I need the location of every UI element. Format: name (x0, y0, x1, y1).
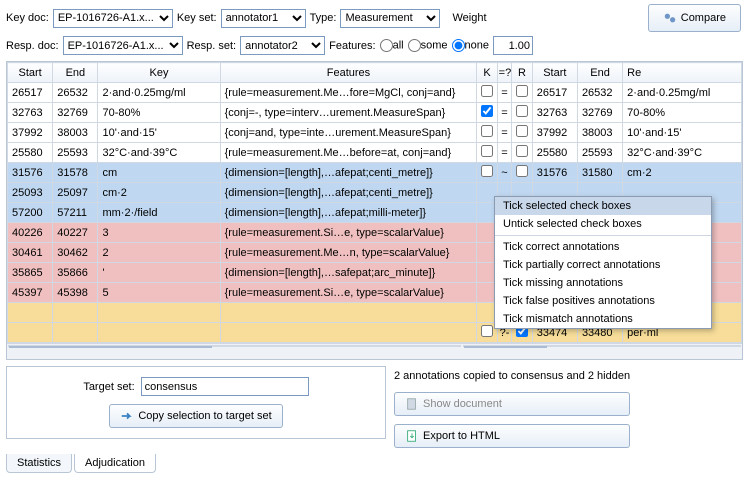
compare-button[interactable]: Compare (648, 4, 741, 32)
row-checkbox[interactable] (516, 85, 528, 97)
row-checkbox[interactable] (481, 125, 493, 137)
compare-label: Compare (681, 12, 726, 24)
row-checkbox[interactable] (481, 145, 493, 157)
ctx-tick-partial[interactable]: Tick partially correct annotations (495, 256, 711, 274)
ctx-tick-mismatch[interactable]: Tick mismatch annotations (495, 310, 711, 328)
target-panel: Target set: Copy selection to target set (6, 366, 386, 439)
weight-label: Weight (452, 12, 486, 24)
gears-icon (663, 11, 677, 25)
arrow-right-icon (120, 409, 134, 423)
feat-all-radio[interactable]: all (380, 39, 404, 52)
copy-btn-label: Copy selection to target set (138, 410, 271, 422)
col-r[interactable]: R (512, 63, 532, 83)
table-header-row: Start End Key Features K =? R Start End … (8, 63, 742, 83)
resp-set-label: Resp. set: (187, 40, 237, 52)
copy-selection-button[interactable]: Copy selection to target set (109, 404, 282, 428)
col-rest[interactable]: Re (623, 63, 742, 83)
row-checkbox[interactable] (481, 105, 493, 117)
ctx-tick-selected[interactable]: Tick selected check boxes (495, 197, 711, 215)
document-icon (405, 397, 419, 411)
table-row[interactable]: 379923800310'·and·15'{conj=and, type=int… (8, 123, 742, 143)
row-checkbox[interactable] (516, 145, 528, 157)
weight-input[interactable] (493, 36, 533, 55)
bottom-area: Target set: Copy selection to target set… (0, 360, 749, 454)
ctx-tick-missing[interactable]: Tick missing annotations (495, 274, 711, 292)
tab-adjudication[interactable]: Adjudication (74, 454, 156, 473)
table-row[interactable]: 3157631578cm{dimension=[length],…afepat;… (8, 163, 742, 183)
table-row[interactable]: 327633276970-80%{conj=-, type=interv…ure… (8, 103, 742, 123)
ctx-untick-selected[interactable]: Untick selected check boxes (495, 215, 711, 233)
export-html-button[interactable]: Export to HTML (394, 424, 630, 448)
resp-set-select[interactable]: annotator2 (240, 36, 325, 55)
show-doc-label: Show document (423, 398, 502, 410)
table-row[interactable]: 255802559332°C·and·39°C{rule=measurement… (8, 143, 742, 163)
col-end2[interactable]: End (577, 63, 622, 83)
context-menu: Tick selected check boxes Untick selecte… (494, 196, 712, 329)
key-set-select[interactable]: annotator1 (221, 9, 306, 28)
ctx-sep (495, 235, 711, 236)
resp-doc-label: Resp. doc: (6, 40, 59, 52)
feat-none-radio[interactable]: none (452, 39, 489, 52)
row-checkbox[interactable] (516, 105, 528, 117)
col-start2[interactable]: Start (532, 63, 577, 83)
hscroll-right[interactable] (462, 343, 742, 359)
col-key[interactable]: Key (98, 63, 220, 83)
show-document-button[interactable]: Show document (394, 392, 630, 416)
ctx-tick-fp[interactable]: Tick false positives annotations (495, 292, 711, 310)
row-checkbox[interactable] (516, 125, 528, 137)
export-icon (405, 429, 419, 443)
row-checkbox[interactable] (481, 165, 493, 177)
row-checkbox[interactable] (481, 325, 493, 337)
row-checkbox[interactable] (516, 165, 528, 177)
ctx-tick-correct[interactable]: Tick correct annotations (495, 238, 711, 256)
hscroll-left[interactable] (7, 343, 462, 359)
key-doc-label: Key doc: (6, 12, 49, 24)
col-end[interactable]: End (53, 63, 98, 83)
tab-statistics[interactable]: Statistics (6, 454, 72, 473)
key-set-label: Key set: (177, 12, 217, 24)
col-features[interactable]: Features (220, 63, 477, 83)
col-eq[interactable]: =? (497, 63, 512, 83)
type-label: Type: (310, 12, 337, 24)
resp-doc-select[interactable]: EP-1016726-A1.x... (63, 36, 183, 55)
top-toolbar-row1: Key doc: EP-1016726-A1.x... Key set: ann… (0, 0, 749, 36)
target-set-input[interactable] (141, 377, 309, 396)
features-label: Features: (329, 40, 375, 52)
bottom-tabs: Statistics Adjudication (6, 454, 743, 473)
col-k[interactable]: K (477, 63, 497, 83)
col-start[interactable]: Start (8, 63, 53, 83)
target-set-label: Target set: (83, 381, 134, 393)
type-select[interactable]: Measurement (340, 9, 440, 28)
top-toolbar-row2: Resp. doc: EP-1016726-A1.x... Resp. set:… (0, 36, 749, 59)
row-checkbox[interactable] (481, 85, 493, 97)
export-label: Export to HTML (423, 430, 500, 442)
status-text: 2 annotations copied to consensus and 2 … (394, 368, 630, 384)
feat-some-radio[interactable]: some (408, 39, 448, 52)
table-row[interactable]: 26517265322·and·0.25mg/ml{rule=measureme… (8, 83, 742, 103)
key-doc-select[interactable]: EP-1016726-A1.x... (53, 9, 173, 28)
